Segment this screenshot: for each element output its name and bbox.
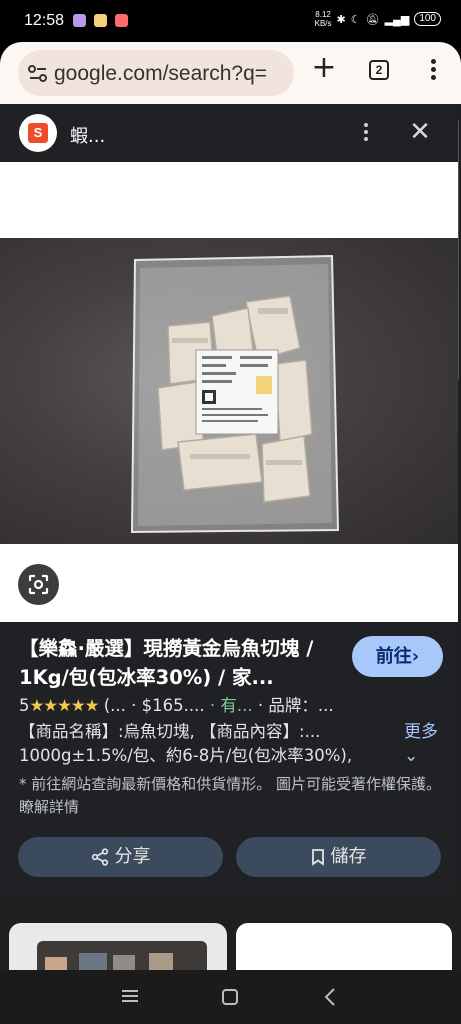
tab-switcher-button[interactable]: 2 bbox=[369, 60, 389, 80]
share-label: 分享 bbox=[114, 846, 151, 867]
shopee-bag-icon: S bbox=[28, 123, 48, 143]
url-text[interactable]: google.com/search?q= bbox=[54, 62, 290, 86]
image-bottom-padding bbox=[0, 544, 458, 622]
notification-icon-3 bbox=[115, 14, 128, 27]
notification-icon-2 bbox=[94, 14, 107, 27]
rating-value: 5 bbox=[19, 696, 30, 715]
related-photo bbox=[37, 941, 207, 970]
product-image[interactable] bbox=[0, 238, 458, 544]
site-settings-icon[interactable] bbox=[28, 65, 48, 83]
more-button[interactable]: 更多 ⌄ bbox=[404, 720, 444, 768]
network-speed: 8.12 KB/s bbox=[314, 10, 332, 28]
system-nav-bar bbox=[0, 970, 461, 1024]
new-tab-button[interactable]: + bbox=[308, 53, 340, 86]
recent-apps-icon[interactable] bbox=[120, 988, 140, 1004]
bluetooth-icon: ✱ bbox=[336, 13, 346, 26]
product-title[interactable]: 【樂鱻·嚴選】現撈黃金烏魚切塊 / 1Kg/包(包冰率30%) / 家... bbox=[19, 634, 339, 692]
status-icons: 8.12 KB/s ✱ ☾ 🔕︎ ▂▄▆ 100 bbox=[315, 10, 441, 28]
product-meta: 5★★★★★ (... · $165.... · 有... · 品牌：... bbox=[19, 692, 334, 716]
chevron-right-icon: › bbox=[411, 646, 420, 667]
product-description: 【商品名稱】:烏魚切塊, 【商品內容】:... 1000g±1.5%/包、約6-… bbox=[19, 722, 353, 765]
visit-button[interactable]: 前往› bbox=[352, 636, 443, 677]
price: · $165.... bbox=[125, 696, 205, 715]
rating-count: (... bbox=[98, 696, 126, 715]
address-bar[interactable]: google.com/search?q= bbox=[18, 50, 294, 96]
lens-icon bbox=[28, 574, 49, 595]
product-info-panel: 【樂鱻·嚴選】現撈黃金烏魚切塊 / 1Kg/包(包冰率30%) / 家... 前… bbox=[0, 622, 458, 895]
browser-menu-button[interactable] bbox=[426, 56, 440, 86]
product-photo bbox=[130, 254, 340, 534]
save-label: 儲存 bbox=[330, 846, 367, 867]
star-rating-icon: ★★★★★ bbox=[29, 696, 100, 715]
related-result-card[interactable] bbox=[236, 923, 452, 970]
source-header: S 蝦... ✕ bbox=[0, 104, 458, 162]
status-bar: 12:58 8.12 KB/s ✱ ☾ 🔕︎ ▂▄▆ 100 bbox=[0, 0, 461, 42]
bookmark-icon bbox=[311, 849, 324, 866]
home-icon[interactable] bbox=[221, 988, 239, 1006]
brand: · 品牌：... bbox=[252, 696, 334, 715]
mute-icon: 🔕︎ bbox=[365, 13, 380, 26]
do-not-disturb-icon: ☾ bbox=[350, 13, 361, 26]
share-button[interactable]: 分享 bbox=[18, 837, 223, 877]
google-lens-button[interactable] bbox=[18, 564, 59, 605]
visit-button-label: 前往 bbox=[375, 646, 412, 667]
stock-status: · 有... bbox=[204, 696, 253, 715]
close-button[interactable]: ✕ bbox=[406, 118, 434, 146]
notification-icon-1 bbox=[73, 14, 86, 27]
share-icon bbox=[91, 848, 108, 866]
signal-icon: ▂▄▆ bbox=[384, 13, 410, 26]
battery-icon: 100 bbox=[414, 12, 441, 26]
related-result-image[interactable] bbox=[9, 923, 227, 970]
status-time: 12:58 bbox=[24, 12, 65, 29]
image-top-padding bbox=[0, 162, 458, 238]
chevron-down-icon: ⌄ bbox=[404, 746, 419, 766]
disclaimer-note: * 前往網站查詢最新價格和供貨情形。 圖片可能受著作權保護。 瞭解詳情 bbox=[19, 775, 442, 816]
save-button[interactable]: 儲存 bbox=[236, 837, 441, 877]
browser-toolbar: google.com/search?q= + 2 bbox=[0, 42, 461, 104]
shopee-logo: S bbox=[19, 114, 57, 152]
source-site-name[interactable]: 蝦... bbox=[70, 122, 105, 148]
more-options-button[interactable] bbox=[360, 121, 372, 147]
back-icon[interactable] bbox=[323, 987, 337, 1007]
